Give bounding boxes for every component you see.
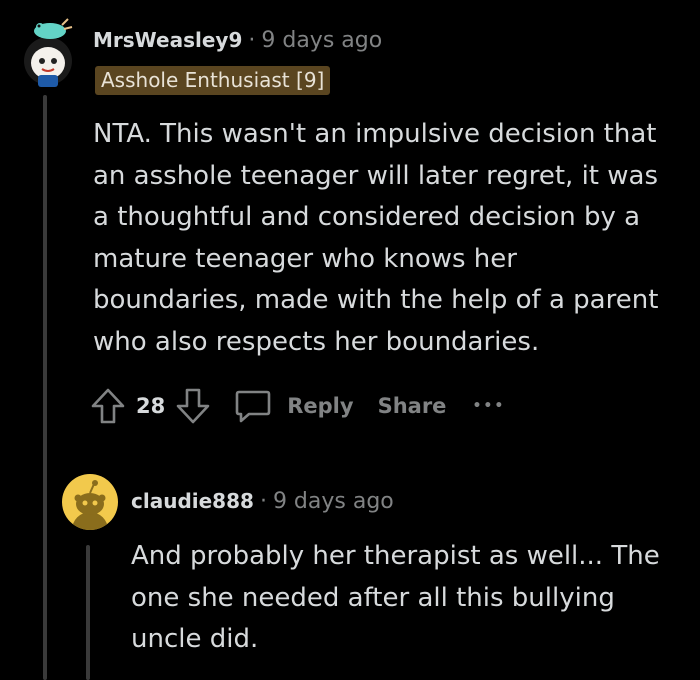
thread-line-main[interactable]	[43, 95, 47, 680]
username[interactable]: MrsWeasley9	[93, 28, 242, 52]
snoo-avatar-icon	[72, 480, 108, 530]
reply-timestamp[interactable]: 9 days ago	[273, 489, 394, 514]
snoo-avatar-icon	[24, 18, 73, 87]
user-avatar[interactable]	[20, 17, 76, 89]
reply-button[interactable]: Reply	[287, 394, 353, 418]
reply-username[interactable]: claudie888	[131, 489, 254, 513]
vote-count: 28	[136, 394, 166, 418]
more-options-button[interactable]: •••	[472, 398, 505, 414]
timestamp[interactable]: 9 days ago	[261, 28, 382, 53]
reply-meta: claudie888 · 9 days ago	[131, 489, 394, 514]
comment-meta: MrsWeasley9 · 9 days ago	[93, 28, 382, 53]
comment-body: NTA. This wasn't an impulsive decision t…	[93, 119, 659, 357]
thread-line-reply[interactable]	[86, 545, 90, 680]
meta-separator: ·	[248, 28, 256, 53]
reply-user-avatar[interactable]	[62, 474, 118, 530]
user-flair: Asshole Enthusiast [9]	[95, 66, 331, 95]
comment-actions: 28 Reply Share •••	[90, 386, 505, 426]
upvote-arrow-icon[interactable]	[90, 386, 126, 426]
reply-body: And probably her therapist as well... Th…	[131, 541, 660, 654]
share-button[interactable]: Share	[378, 394, 447, 418]
comment-bubble-icon[interactable]	[233, 386, 273, 426]
reply-meta-separator: ·	[259, 489, 267, 514]
downvote-arrow-icon[interactable]	[175, 386, 211, 426]
